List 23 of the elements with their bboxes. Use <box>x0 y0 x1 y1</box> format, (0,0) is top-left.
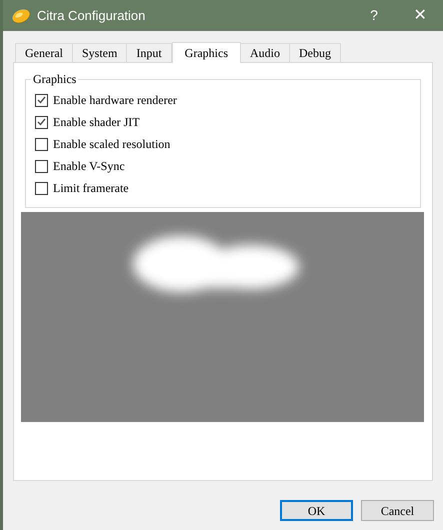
close-button[interactable]: ✕ <box>397 0 443 31</box>
checkbox[interactable] <box>35 138 48 150</box>
dialog-button[interactable]: Cancel <box>361 500 434 521</box>
tab[interactable]: Graphics <box>172 42 241 63</box>
tab[interactable]: General <box>15 43 73 62</box>
checkbox[interactable] <box>35 116 48 128</box>
tab[interactable]: System <box>72 43 128 62</box>
check-icon <box>37 96 46 104</box>
checkbox[interactable] <box>35 160 48 172</box>
checkbox[interactable] <box>35 182 48 194</box>
help-button[interactable]: ? <box>351 0 397 31</box>
option-label: Enable V-Sync <box>53 158 125 174</box>
option-label: Enable shader JIT <box>53 114 140 130</box>
tab[interactable]: Input <box>126 43 172 62</box>
check-icon <box>37 118 46 126</box>
lemon-icon <box>11 8 31 24</box>
option-label: Limit framerate <box>53 180 129 196</box>
dialog-button[interactable]: OK <box>280 500 353 521</box>
option-label: Enable hardware renderer <box>53 92 177 108</box>
window-title: Citra Configuration <box>37 6 146 25</box>
option-label: Enable scaled resolution <box>53 136 170 152</box>
checkbox[interactable] <box>35 94 48 106</box>
tab[interactable]: Debug <box>289 43 341 62</box>
